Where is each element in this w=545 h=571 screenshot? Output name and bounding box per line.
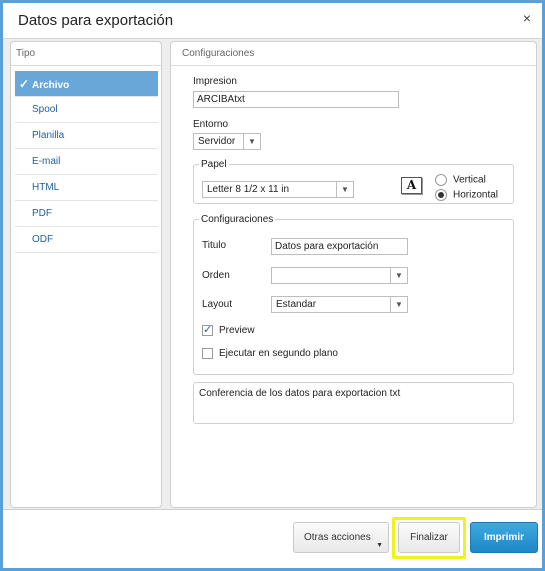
type-item-email[interactable]: E-mail <box>15 149 158 175</box>
type-item-label: E-mail <box>32 156 61 167</box>
ejecutar-label: Ejecutar en segundo plano <box>219 348 338 360</box>
chevron-down-icon: ▼ <box>243 134 260 149</box>
font-icon[interactable]: A <box>401 177 422 194</box>
type-item-label: Spool <box>32 104 58 115</box>
entorno-select[interactable]: Servidor ▼ <box>193 133 261 150</box>
type-item-label: ODF <box>32 234 54 245</box>
entorno-value: Servidor <box>198 136 236 147</box>
type-item-label: Planilla <box>32 130 65 141</box>
paper-size-value: Letter 8 1/2 x 11 in <box>207 184 290 195</box>
chevron-down-icon: ▼ <box>390 297 407 312</box>
settings-panel-header: Configuraciones <box>171 42 536 66</box>
layout-label: Layout <box>202 299 233 310</box>
type-list: ✓ Archivo Spool Planilla E-mail HTML PDF … <box>15 71 158 253</box>
close-icon[interactable]: × <box>523 11 531 25</box>
ejecutar-checkbox[interactable]: Ejecutar en segundo plano <box>202 348 338 359</box>
more-actions-button[interactable]: Otras acciones ▼ <box>293 522 389 553</box>
entorno-label: Entorno <box>193 119 229 130</box>
checkbox-box <box>202 348 213 359</box>
orden-label: Orden <box>202 270 230 281</box>
print-button[interactable]: Imprimir <box>470 522 538 553</box>
type-item-odf[interactable]: ODF <box>15 227 158 253</box>
radio-label: Horizontal <box>453 189 499 201</box>
type-item-label: Archivo <box>32 80 70 91</box>
impresion-label: Impresion <box>193 76 237 87</box>
radio-horizontal[interactable]: Horizontal <box>435 189 498 201</box>
dialog-title: Datos para exportación <box>18 12 174 29</box>
radio-label: Vertical <box>453 174 486 186</box>
finish-button[interactable]: Finalizar <box>398 522 460 553</box>
check-icon: ✓ <box>19 77 30 91</box>
dialog-footer: Otras acciones ▼ Finalizar Imprimir <box>3 509 542 568</box>
type-panel: Tipo ✓ Archivo Spool Planilla E-mail HTML… <box>10 41 162 508</box>
export-dialog: Datos para exportación × Tipo ✓ Archivo S… <box>0 0 545 571</box>
layout-value: Estandar <box>276 299 317 310</box>
titulo-field[interactable]: Datos para exportación <box>271 238 408 255</box>
type-item-label: HTML <box>32 182 60 193</box>
titulo-label: Titulo <box>202 240 227 251</box>
settings-panel: Configuraciones Impresion ARCIBAtxt Ento… <box>170 41 537 508</box>
radio-circle <box>435 189 447 201</box>
more-actions-label: Otras acciones <box>304 532 371 543</box>
preview-checkbox[interactable]: ✓ Preview <box>202 325 255 336</box>
paper-size-select[interactable]: Letter 8 1/2 x 11 in ▼ <box>202 181 354 198</box>
layout-select[interactable]: Estandar ▼ <box>271 296 408 313</box>
chevron-down-icon: ▼ <box>390 268 407 283</box>
radio-circle <box>435 174 447 186</box>
chevron-down-icon: ▼ <box>336 182 353 197</box>
orden-select[interactable]: ▼ <box>271 267 408 284</box>
type-item-spool[interactable]: Spool <box>15 97 158 123</box>
preview-label: Preview <box>219 325 255 337</box>
radio-vertical[interactable]: Vertical <box>435 174 486 186</box>
type-item-label: PDF <box>32 208 52 219</box>
caret-down-icon: ▼ <box>376 542 383 549</box>
papel-legend: Papel <box>201 159 227 170</box>
dialog-body: Tipo ✓ Archivo Spool Planilla E-mail HTML… <box>3 39 542 509</box>
description-textarea[interactable]: Conferencia de los datos para exportacio… <box>193 382 514 424</box>
checkmark-icon: ✓ <box>202 324 213 336</box>
type-item-planilla[interactable]: Planilla <box>15 123 158 149</box>
type-panel-header: Tipo <box>11 42 161 66</box>
configuraciones-legend: Configuraciones <box>201 214 274 225</box>
impresion-field[interactable]: ARCIBAtxt <box>193 91 399 108</box>
type-item-archivo[interactable]: ✓ Archivo <box>15 71 158 97</box>
title-bar: Datos para exportación × <box>3 3 542 39</box>
type-item-pdf[interactable]: PDF <box>15 201 158 227</box>
type-item-html[interactable]: HTML <box>15 175 158 201</box>
